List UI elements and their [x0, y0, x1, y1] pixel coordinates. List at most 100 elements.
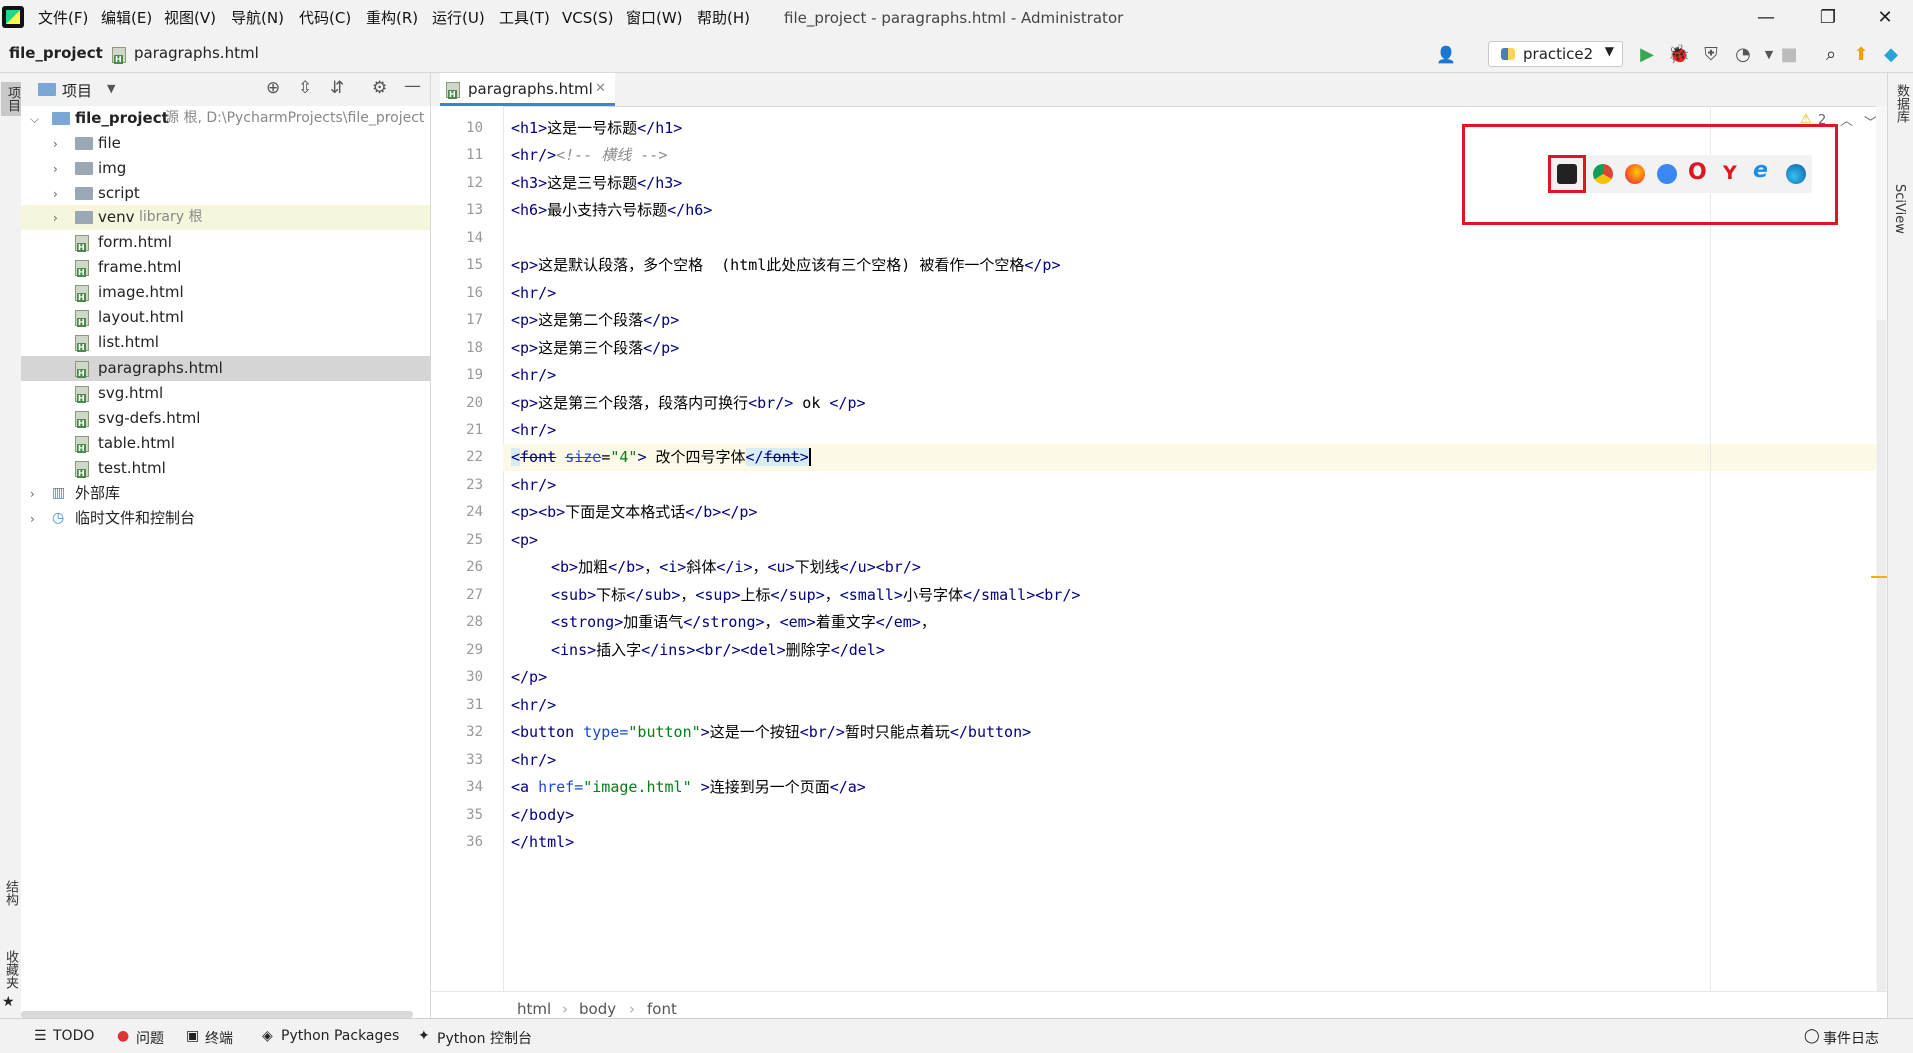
- chevron-down-icon[interactable]: ⌵: [30, 113, 42, 125]
- menu-refactor[interactable]: 重构(R): [366, 0, 418, 36]
- html-file-icon: [75, 386, 89, 403]
- code-line[interactable]: <p>: [511, 527, 538, 554]
- python-console-tab[interactable]: Python 控制台: [437, 1028, 532, 1048]
- line-number: 11: [466, 147, 483, 163]
- code-line[interactable]: </body>: [511, 802, 574, 829]
- code-line[interactable]: <sub>下标</sub>，<sup>上标</sup>，<small>小号字体<…: [551, 582, 1080, 609]
- chevron-right-icon[interactable]: ›: [53, 138, 65, 150]
- prev-problem-icon[interactable]: ︿: [1840, 110, 1853, 129]
- terminal-tab[interactable]: 终端: [205, 1028, 233, 1048]
- menu-help[interactable]: 帮助(H): [697, 0, 750, 36]
- view-select-chevron-icon[interactable]: ▼: [107, 82, 115, 95]
- menu-tools[interactable]: 工具(T): [499, 0, 550, 36]
- debug-icon[interactable]: 🐞: [1666, 42, 1692, 68]
- code-line[interactable]: </html>: [511, 829, 574, 856]
- line-number: 31: [466, 697, 483, 713]
- menu-code[interactable]: 代码(C): [299, 0, 351, 36]
- code-line-current[interactable]: <font size="4"> 改个四号字体</font>: [511, 444, 811, 471]
- editor-scrollbar-thumb[interactable]: [1877, 320, 1886, 1000]
- code-line[interactable]: <p>这是第三个段落</p>: [511, 335, 679, 362]
- todo-tab[interactable]: TODO: [53, 1028, 94, 1044]
- breadcrumb-font[interactable]: font: [647, 1000, 677, 1018]
- breadcrumb-body[interactable]: body: [579, 1000, 616, 1018]
- code-line[interactable]: <hr/>: [511, 692, 556, 719]
- breadcrumb-project[interactable]: file_project: [9, 44, 103, 62]
- restore-button[interactable]: ❐: [1800, 0, 1856, 36]
- chevron-right-icon[interactable]: ›: [30, 488, 42, 500]
- code-line[interactable]: <p><b>下面是文本格式话</b></p>: [511, 499, 757, 526]
- code-line[interactable]: <a href="image.html" >连接到另一个页面</a>: [511, 774, 866, 801]
- menu-navigate[interactable]: 导航(N): [231, 0, 284, 36]
- menu-window[interactable]: 窗口(W): [626, 0, 683, 36]
- stop-icon[interactable]: ■: [1776, 42, 1802, 68]
- user-icon[interactable]: 👤: [1433, 42, 1459, 68]
- code-line[interactable]: <b>加粗</b>，<i>斜体</i>，<u>下划线</u><br/>: [551, 554, 921, 581]
- run-configuration-select[interactable]: practice2 ▼: [1488, 41, 1623, 67]
- code-line[interactable]: </p>: [511, 664, 547, 691]
- close-tab-icon[interactable]: ✕: [595, 81, 606, 96]
- chevron-right-icon[interactable]: ›: [53, 163, 65, 175]
- line-number: 19: [466, 367, 483, 383]
- expand-all-icon[interactable]: ⇳: [298, 78, 312, 98]
- line-number: 36: [466, 834, 483, 850]
- chevron-right-icon[interactable]: ›: [53, 212, 65, 224]
- breadcrumb-file[interactable]: paragraphs.html: [134, 44, 259, 62]
- hide-panel-icon[interactable]: —: [404, 76, 421, 96]
- warning-marker[interactable]: [1871, 576, 1887, 578]
- menu-file[interactable]: 文件(F): [38, 0, 88, 36]
- coverage-icon[interactable]: ⛨: [1698, 42, 1724, 68]
- code-line[interactable]: <button type="button">这是一个按钮<br/>暂时只能点着玩…: [511, 719, 1031, 746]
- code-line[interactable]: <strong>加重语气</strong>，<em>着重文字</em>，: [551, 609, 936, 636]
- menu-vcs[interactable]: VCS(S): [562, 0, 613, 36]
- menu-view[interactable]: 视图(V): [164, 0, 216, 36]
- run-icon[interactable]: ▶: [1634, 42, 1660, 68]
- tree-root-label: file_project: [75, 109, 169, 127]
- code-line[interactable]: <h6>最小支持六号标题</h6>: [511, 197, 712, 224]
- code-line[interactable]: <hr/>: [511, 280, 556, 307]
- favorites-tool-tab[interactable]: 收藏夹: [1, 950, 20, 989]
- collapse-all-icon[interactable]: ⇵: [330, 78, 344, 98]
- project-panel-title[interactable]: 项目: [62, 80, 92, 101]
- folder-icon: [75, 211, 93, 224]
- code-line[interactable]: <hr/>: [511, 417, 556, 444]
- python-packages-tab[interactable]: Python Packages: [281, 1028, 399, 1044]
- code-with-me-icon[interactable]: ◆: [1878, 42, 1904, 68]
- breadcrumb-html[interactable]: html: [517, 1000, 551, 1018]
- line-number: 24: [466, 504, 483, 520]
- tree-file-label: svg.html: [98, 384, 164, 402]
- editor-tab-strip: [431, 73, 1887, 107]
- code-line[interactable]: <hr/><!-- 横线 -->: [511, 142, 667, 169]
- tree-folder-label: img: [98, 159, 127, 177]
- menu-edit[interactable]: 编辑(E): [101, 0, 152, 36]
- locate-file-icon[interactable]: ⊕: [266, 78, 280, 98]
- line-number: 35: [466, 807, 483, 823]
- tree-root-hint: 源 根, D:\PycharmProjects\file_project: [165, 110, 425, 126]
- code-line[interactable]: <h3>这是三号标题</h3>: [511, 170, 682, 197]
- close-button[interactable]: ✕: [1857, 0, 1913, 36]
- code-line[interactable]: <p>这是第三个段落，段落内可换行<br/> ok </p>: [511, 390, 866, 417]
- gear-icon[interactable]: ⚙: [372, 78, 387, 98]
- code-line[interactable]: <ins>插入字</ins><br/><del>删除字</del>: [551, 637, 885, 664]
- code-line[interactable]: <hr/>: [511, 362, 556, 389]
- chevron-right-icon[interactable]: ›: [53, 188, 65, 200]
- code-line[interactable]: <hr/>: [511, 472, 556, 499]
- problems-tab[interactable]: 问题: [136, 1028, 164, 1048]
- horizontal-scrollbar[interactable]: [21, 1011, 413, 1018]
- profile-icon[interactable]: ◔: [1730, 42, 1756, 68]
- line-number: 20: [466, 395, 483, 411]
- code-line[interactable]: <p>这是默认段落，多个空格 (html此处应该有三个空格) 被看作一个空格</…: [511, 252, 1061, 279]
- html-file-icon: [446, 82, 460, 99]
- editor-tab[interactable]: paragraphs.html ✕: [440, 73, 615, 106]
- code-line[interactable]: <hr/>: [511, 747, 556, 774]
- update-icon[interactable]: ⬆: [1848, 42, 1874, 68]
- structure-tool-tab[interactable]: 结构: [1, 880, 20, 906]
- menu-run[interactable]: 运行(U): [432, 0, 485, 36]
- search-icon[interactable]: ⌕: [1818, 42, 1844, 68]
- chevron-right-icon[interactable]: ›: [30, 513, 42, 525]
- event-log-tab[interactable]: 事件日志: [1823, 1028, 1879, 1048]
- code-line[interactable]: <p>这是第二个段落</p>: [511, 307, 679, 334]
- database-tool-tab[interactable]: 数据库: [1892, 84, 1911, 123]
- minimize-button[interactable]: —: [1738, 0, 1794, 36]
- code-line[interactable]: <h1>这是一号标题</h1>: [511, 115, 682, 142]
- sciview-tool-tab[interactable]: SciView: [1892, 184, 1907, 234]
